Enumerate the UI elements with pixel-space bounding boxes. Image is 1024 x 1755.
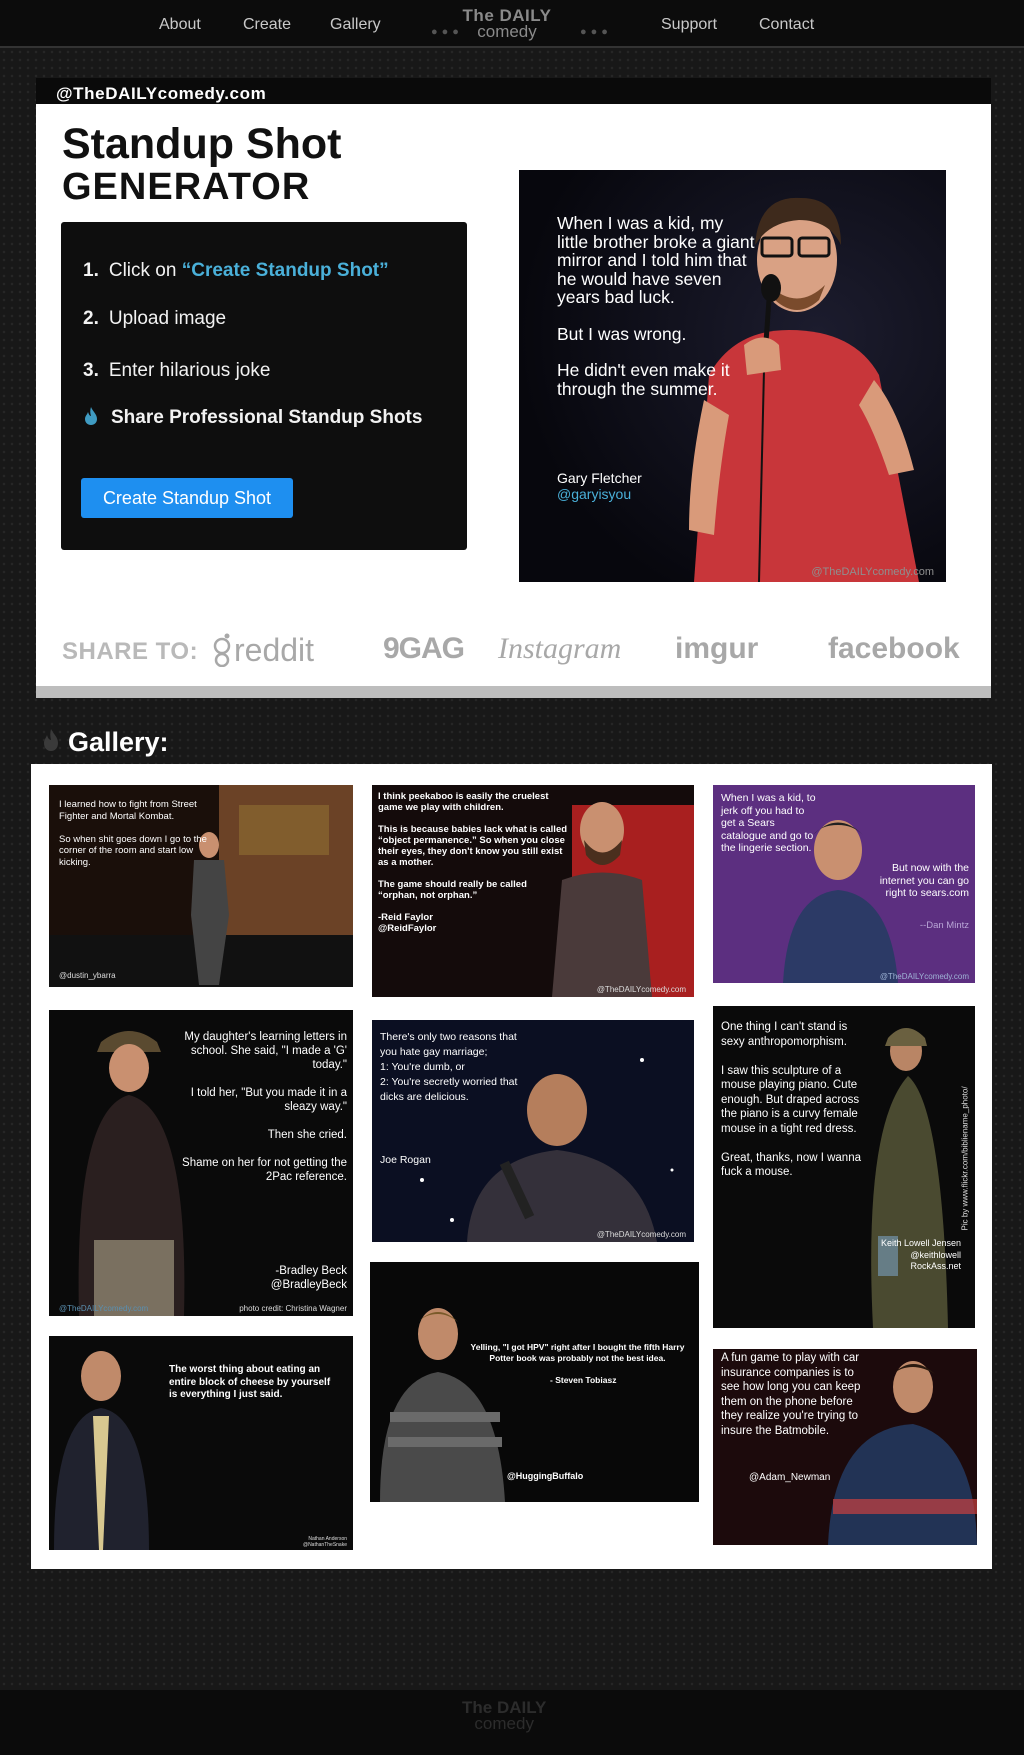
- joke-paragraph-1: When I was a kid, my little brother brok…: [557, 213, 755, 307]
- gallery-card-credit: @dustin_ybarra: [59, 971, 116, 980]
- reddit-alien-icon: [213, 633, 231, 668]
- page-title: Standup Shot: [62, 120, 342, 168]
- gallery-card-joke: The worst thing about eating an entire b…: [169, 1364, 331, 1400]
- step-1-number: 1.: [83, 260, 99, 281]
- gallery-card-credit: Nathan Anderson @NathanTheSnake: [303, 1536, 347, 1548]
- reddit-label: reddit: [234, 632, 315, 668]
- featured-comedian-name: Gary Fletcher: [557, 470, 642, 486]
- gallery-card-credit: photo credit: Christina Wagner: [239, 1304, 347, 1313]
- hero-bottom-border: [36, 686, 991, 698]
- step-share-text: Share Professional Standup Shots: [111, 407, 423, 428]
- share-9gag-button[interactable]: 9GAG: [383, 632, 465, 666]
- logo-line2: comedy: [477, 22, 537, 41]
- nav-support[interactable]: Support: [661, 16, 717, 34]
- gallery-card-author: Joe Rogan: [380, 1154, 431, 1166]
- gallery-card-joke: When I was a kid, to jerk off you had to…: [721, 792, 816, 854]
- gallery-card-joke: I think peekaboo is easily the cruelest …: [378, 791, 568, 934]
- gallery-card[interactable]: I learned how to fight from Street Fight…: [49, 785, 353, 987]
- step-1-highlight: “Create Standup Shot”: [181, 260, 389, 281]
- gallery-card-author: - Steven Tobiasz: [550, 1375, 617, 1385]
- gallery-card[interactable]: Yelling, "I got HPV" right after I bough…: [370, 1262, 699, 1502]
- page-subtitle: GENERATOR: [62, 166, 311, 208]
- gallery-card[interactable]: I think peekaboo is easily the cruelest …: [372, 785, 694, 997]
- flame-icon: [85, 407, 97, 425]
- gallery-card-punchline: But now with the internet you can go rig…: [879, 862, 969, 899]
- gallery-card[interactable]: The worst thing about eating an entire b…: [49, 1336, 353, 1550]
- featured-comedian-handle[interactable]: @garyisyou: [557, 486, 631, 502]
- share-instagram-button[interactable]: Instagram: [498, 632, 621, 666]
- share-reddit-button[interactable]: reddit: [210, 632, 314, 669]
- gallery-title: Gallery:: [68, 727, 169, 757]
- step-3: 3. Enter hilarious joke: [83, 360, 270, 382]
- step-3-text: Enter hilarious joke: [108, 360, 271, 381]
- gallery-card[interactable]: There's only two reasons that you hate g…: [372, 1020, 694, 1242]
- top-nav: About Create Gallery ●●● The DAILY comed…: [0, 0, 1024, 48]
- gallery-card-photo-credit: Pic by www.flickr.com/bibliename_photo/: [960, 1086, 970, 1231]
- gallery-card-credit: @HuggingBuffalo: [507, 1471, 584, 1481]
- create-standup-shot-button[interactable]: Create Standup Shot: [81, 478, 293, 518]
- joke-paragraph-3: He didn't even make it through the summe…: [557, 360, 730, 399]
- gallery-card-credit: @TheDAILYcomedy.com: [879, 972, 969, 981]
- share-imgur-button[interactable]: imgur: [675, 632, 758, 666]
- share-facebook-button[interactable]: facebook: [828, 632, 960, 666]
- gallery-card[interactable]: When I was a kid, to jerk off you had to…: [713, 785, 975, 983]
- gallery-card-author: Keith Lowell Jensen @keithlowell RockAss…: [880, 1238, 961, 1271]
- gallery-card-author: @Adam_Newman: [749, 1472, 831, 1483]
- gallery-grid: I learned how to fight from Street Fight…: [31, 764, 992, 1569]
- step-1-text: Click on: [108, 260, 182, 281]
- gallery-card[interactable]: My daughter's learning letters in school…: [49, 1010, 353, 1316]
- site-logo[interactable]: The DAILY comedy: [427, 7, 587, 42]
- gallery-card-author: -Bradley Beck @BradleyBeck: [270, 1265, 347, 1291]
- step-3-number: 3.: [83, 360, 99, 381]
- gallery-card-credit: @TheDAILYcomedy.com: [596, 985, 686, 994]
- nav-contact[interactable]: Contact: [759, 16, 814, 34]
- gallery-card-joke: One thing I can't stand is sexy anthropo…: [721, 1021, 861, 1178]
- nav-gallery[interactable]: Gallery: [330, 16, 381, 34]
- footer-logo[interactable]: The DAILY comedy: [462, 1699, 546, 1733]
- gallery-card-joke: My daughter's learning letters in school…: [182, 1031, 347, 1183]
- gallery-card-joke: There's only two reasons that you hate g…: [380, 1031, 518, 1103]
- step-1: 1. Click on “Create Standup Shot”: [83, 260, 389, 282]
- gallery-card-joke: Yelling, "I got HPV" right after I bough…: [470, 1342, 685, 1363]
- gallery-card-credit: @TheDAILYcomedy.com: [596, 1230, 686, 1239]
- nav-about[interactable]: About: [159, 16, 201, 34]
- gallery-card-author: --Dan Mintz: [919, 920, 969, 931]
- share-to-label: SHARE TO:: [62, 638, 199, 665]
- featured-watermark: @TheDAILYcomedy.com: [811, 566, 934, 578]
- gallery-photo: [370, 1262, 699, 1502]
- featured-standup-shot[interactable]: When I was a kid, my little brother brok…: [519, 170, 946, 582]
- site-handle: @TheDAILYcomedy.com: [56, 84, 267, 103]
- joke-paragraph-2: But I was wrong.: [557, 323, 687, 344]
- step-share: Share Professional Standup Shots: [83, 406, 422, 429]
- featured-joke: When I was a kid, my little brother brok…: [557, 214, 757, 416]
- gallery-card-joke: A fun game to play with car insurance co…: [721, 1352, 861, 1437]
- gallery-flame-icon: [44, 729, 58, 751]
- step-2-text: Upload image: [108, 308, 227, 329]
- gallery-card-watermark: @TheDAILYcomedy.com: [59, 1304, 149, 1313]
- gallery-card[interactable]: One thing I can't stand is sexy anthropo…: [713, 1006, 975, 1328]
- footer-logo-line2: comedy: [474, 1714, 534, 1733]
- gallery-card[interactable]: A fun game to play with car insurance co…: [713, 1349, 977, 1545]
- step-2: 2. Upload image: [83, 308, 226, 330]
- steps-box: 1. Click on “Create Standup Shot” 2. Uploa…: [61, 222, 467, 550]
- step-2-number: 2.: [83, 308, 99, 329]
- gallery-card-joke: I learned how to fight from Street Fight…: [59, 799, 207, 868]
- logo-dots-right: ●●●: [580, 26, 612, 38]
- nav-create[interactable]: Create: [243, 16, 291, 34]
